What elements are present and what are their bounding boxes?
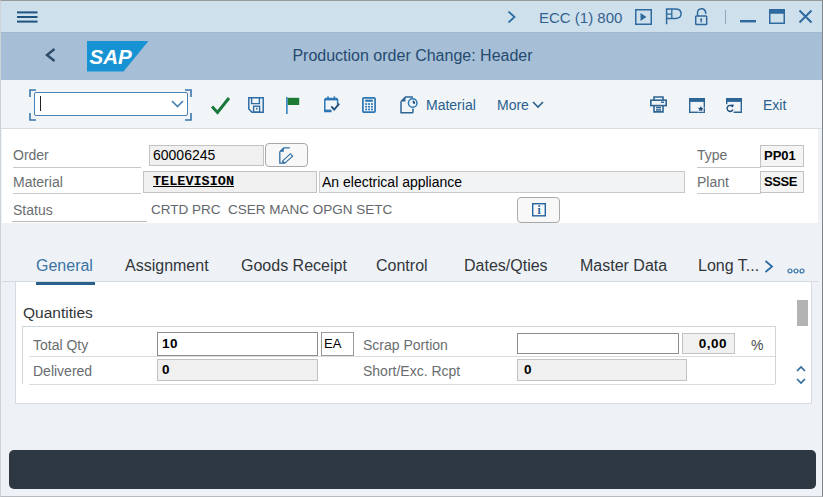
svg-text:i: i — [538, 204, 542, 216]
